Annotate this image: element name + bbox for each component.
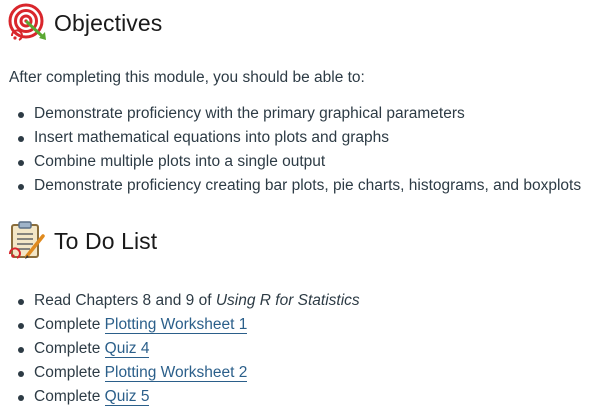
todo-list: Read Chapters 8 and 9 of Using R for Sta… <box>0 289 360 409</box>
book-title: Using R for Statistics <box>215 292 360 309</box>
plotting-worksheet-1-link[interactable]: Plotting Worksheet 1 <box>104 316 248 334</box>
objectives-intro: After completing this module, you should… <box>9 69 365 86</box>
quiz-5-link[interactable]: Quiz 5 <box>104 388 150 406</box>
todo-item: Complete Quiz 5 <box>0 385 360 409</box>
todo-item-text: Read Chapters 8 and 9 of <box>34 292 216 309</box>
todo-item: Complete Plotting Worksheet 1 <box>0 313 360 337</box>
todo-title: To Do List <box>54 227 158 254</box>
objectives-title: Objectives <box>54 9 163 36</box>
todo-item-text: Complete <box>34 316 105 333</box>
todo-item-text: Complete <box>34 364 105 381</box>
objective-item: Combine multiple plots into a single out… <box>0 150 581 174</box>
objective-item: Insert mathematical equations into plots… <box>0 126 581 150</box>
todo-item: Read Chapters 8 and 9 of Using R for Sta… <box>0 289 360 313</box>
objectives-list: Demonstrate proficiency with the primary… <box>0 102 581 198</box>
todo-item-text: Complete <box>34 388 105 405</box>
todo-item: Complete Plotting Worksheet 2 <box>0 361 360 385</box>
todo-item: Complete Quiz 4 <box>0 337 360 361</box>
objective-item: Demonstrate proficiency with the primary… <box>0 102 581 126</box>
quiz-4-link[interactable]: Quiz 4 <box>104 340 150 358</box>
objectives-header: Objectives <box>6 2 162 44</box>
plotting-worksheet-2-link[interactable]: Plotting Worksheet 2 <box>104 364 248 382</box>
target-icon <box>6 2 48 44</box>
objective-item: Demonstrate proficiency creating bar plo… <box>0 174 581 198</box>
todo-header: To Do List <box>6 220 157 262</box>
checklist-icon <box>6 220 48 262</box>
todo-item-text: Complete <box>34 340 105 357</box>
